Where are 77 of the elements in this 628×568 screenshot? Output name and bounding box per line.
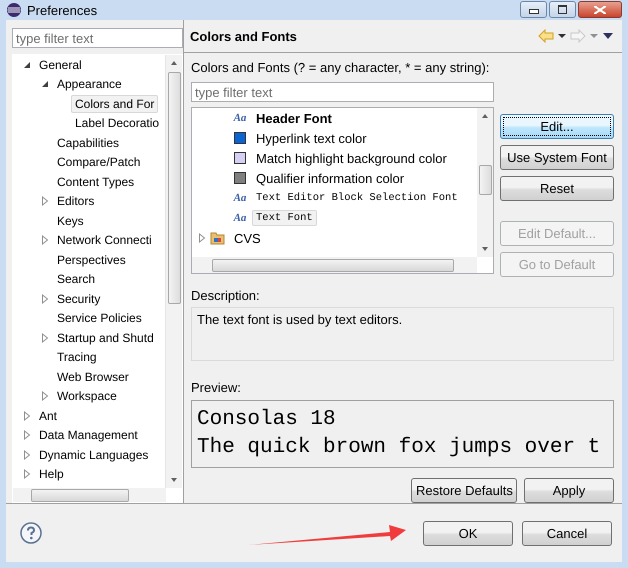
list-item[interactable]: Qualifier information color (252, 168, 408, 188)
scrollbar-thumb[interactable] (168, 72, 181, 304)
filter-field[interactable]: type filter text (12, 28, 183, 48)
tree-item[interactable]: Colors and For (71, 94, 158, 113)
window-title: Preferences (27, 2, 98, 18)
help-icon[interactable] (20, 522, 42, 544)
list-item[interactable]: Hyperlink text color (252, 128, 371, 148)
close-button[interactable] (578, 1, 622, 18)
folder-icon (210, 230, 226, 246)
tree-item[interactable]: Appearance (53, 75, 126, 94)
description-text: The text font is used by text editors. (191, 307, 614, 361)
tree-item[interactable]: Startup and Shutd (53, 328, 158, 347)
vertical-scrollbar[interactable] (477, 108, 493, 257)
description-label: Description: (191, 287, 261, 305)
tree-item[interactable]: Editors (53, 192, 98, 210)
collapsed-arrow-icon[interactable] (23, 469, 31, 480)
collapsed-arrow-icon[interactable] (41, 196, 49, 206)
tree-item[interactable]: Tracing (53, 348, 101, 366)
tree-item[interactable]: Compare/Patch (53, 153, 144, 172)
filter-label: Colors and Fonts (? = any character, * = any string): (191, 59, 490, 77)
tree-item[interactable]: Dynamic Languages (35, 446, 152, 464)
page-title: Colors and Fonts (190, 28, 297, 44)
vertical-scrollbar[interactable] (165, 55, 182, 488)
tree-item[interactable]: Data Management (35, 426, 142, 444)
preview-text: The quick brown fox jumps over t (197, 435, 600, 461)
preview-text: Consolas 18 (197, 407, 336, 433)
filter-field[interactable]: type filter text (191, 82, 494, 102)
scrollbar-thumb[interactable] (212, 259, 454, 272)
dialog-button[interactable]: Cancel (522, 520, 612, 546)
list-item[interactable]: Text Font (252, 210, 317, 226)
tree-item[interactable]: Content Types (53, 172, 138, 191)
collapsed-arrow-icon[interactable] (41, 294, 49, 304)
font-icon: Aa (234, 112, 246, 124)
menu-icon[interactable] (602, 32, 614, 40)
font-icon: Aa (234, 212, 246, 224)
expanded-arrow-icon[interactable] (41, 80, 49, 88)
tree-item[interactable]: Help (35, 465, 68, 484)
maximize-button[interactable] (549, 1, 576, 18)
tree-item[interactable]: Keys (53, 212, 88, 230)
scrollbar-thumb[interactable] (31, 489, 129, 502)
tree-item[interactable]: Label Decoratio (71, 114, 164, 132)
tree-item[interactable]: Workspace (53, 387, 121, 406)
tree-item[interactable]: Search (53, 270, 100, 288)
collapsed-arrow-icon[interactable] (23, 450, 31, 460)
horizontal-scrollbar[interactable] (13, 488, 166, 502)
action-button[interactable]: Reset (500, 176, 614, 201)
scrollbar-thumb[interactable] (479, 165, 492, 195)
tree-item[interactable]: Security (53, 290, 104, 308)
tree-item[interactable]: Web Browser (53, 368, 133, 386)
list-item[interactable]: CVS (230, 228, 265, 248)
minimize-button[interactable] (520, 1, 547, 18)
action-button[interactable]: Apply (524, 478, 614, 503)
tree-item[interactable]: General (35, 56, 86, 74)
collapsed-arrow-icon[interactable] (23, 430, 31, 440)
horizontal-scrollbar[interactable] (192, 257, 477, 273)
action-button[interactable]: Use System Font (500, 145, 614, 170)
collapsed-arrow-icon[interactable] (23, 410, 31, 421)
tree-item[interactable]: Perspectives (53, 250, 130, 269)
expanded-arrow-icon[interactable] (23, 60, 31, 69)
tree-item[interactable]: Service Policies (53, 309, 146, 328)
collapsed-arrow-icon[interactable] (41, 391, 49, 402)
action-button[interactable]: Restore Defaults (411, 478, 517, 503)
dialog-button[interactable]: OK (423, 520, 513, 546)
app-icon (6, 2, 22, 18)
list-item[interactable]: Text Editor Block Selection Font (252, 190, 462, 206)
preview-label: Preview: (191, 379, 242, 397)
list-item[interactable]: Header Font (252, 108, 336, 128)
action-button[interactable]: Edit... (500, 114, 614, 139)
list-item[interactable]: Match highlight background color (252, 148, 451, 168)
font-icon: Aa (234, 192, 246, 204)
tree-item[interactable]: Capabilities (53, 134, 124, 152)
collapsed-arrow-icon[interactable] (41, 332, 49, 343)
dropdown-icon[interactable] (558, 33, 566, 39)
collapsed-arrow-icon (198, 233, 206, 243)
tree-item[interactable]: Ant (35, 406, 62, 425)
collapsed-arrow-icon[interactable] (41, 235, 49, 246)
tree-item[interactable]: Network Connecti (53, 231, 156, 250)
